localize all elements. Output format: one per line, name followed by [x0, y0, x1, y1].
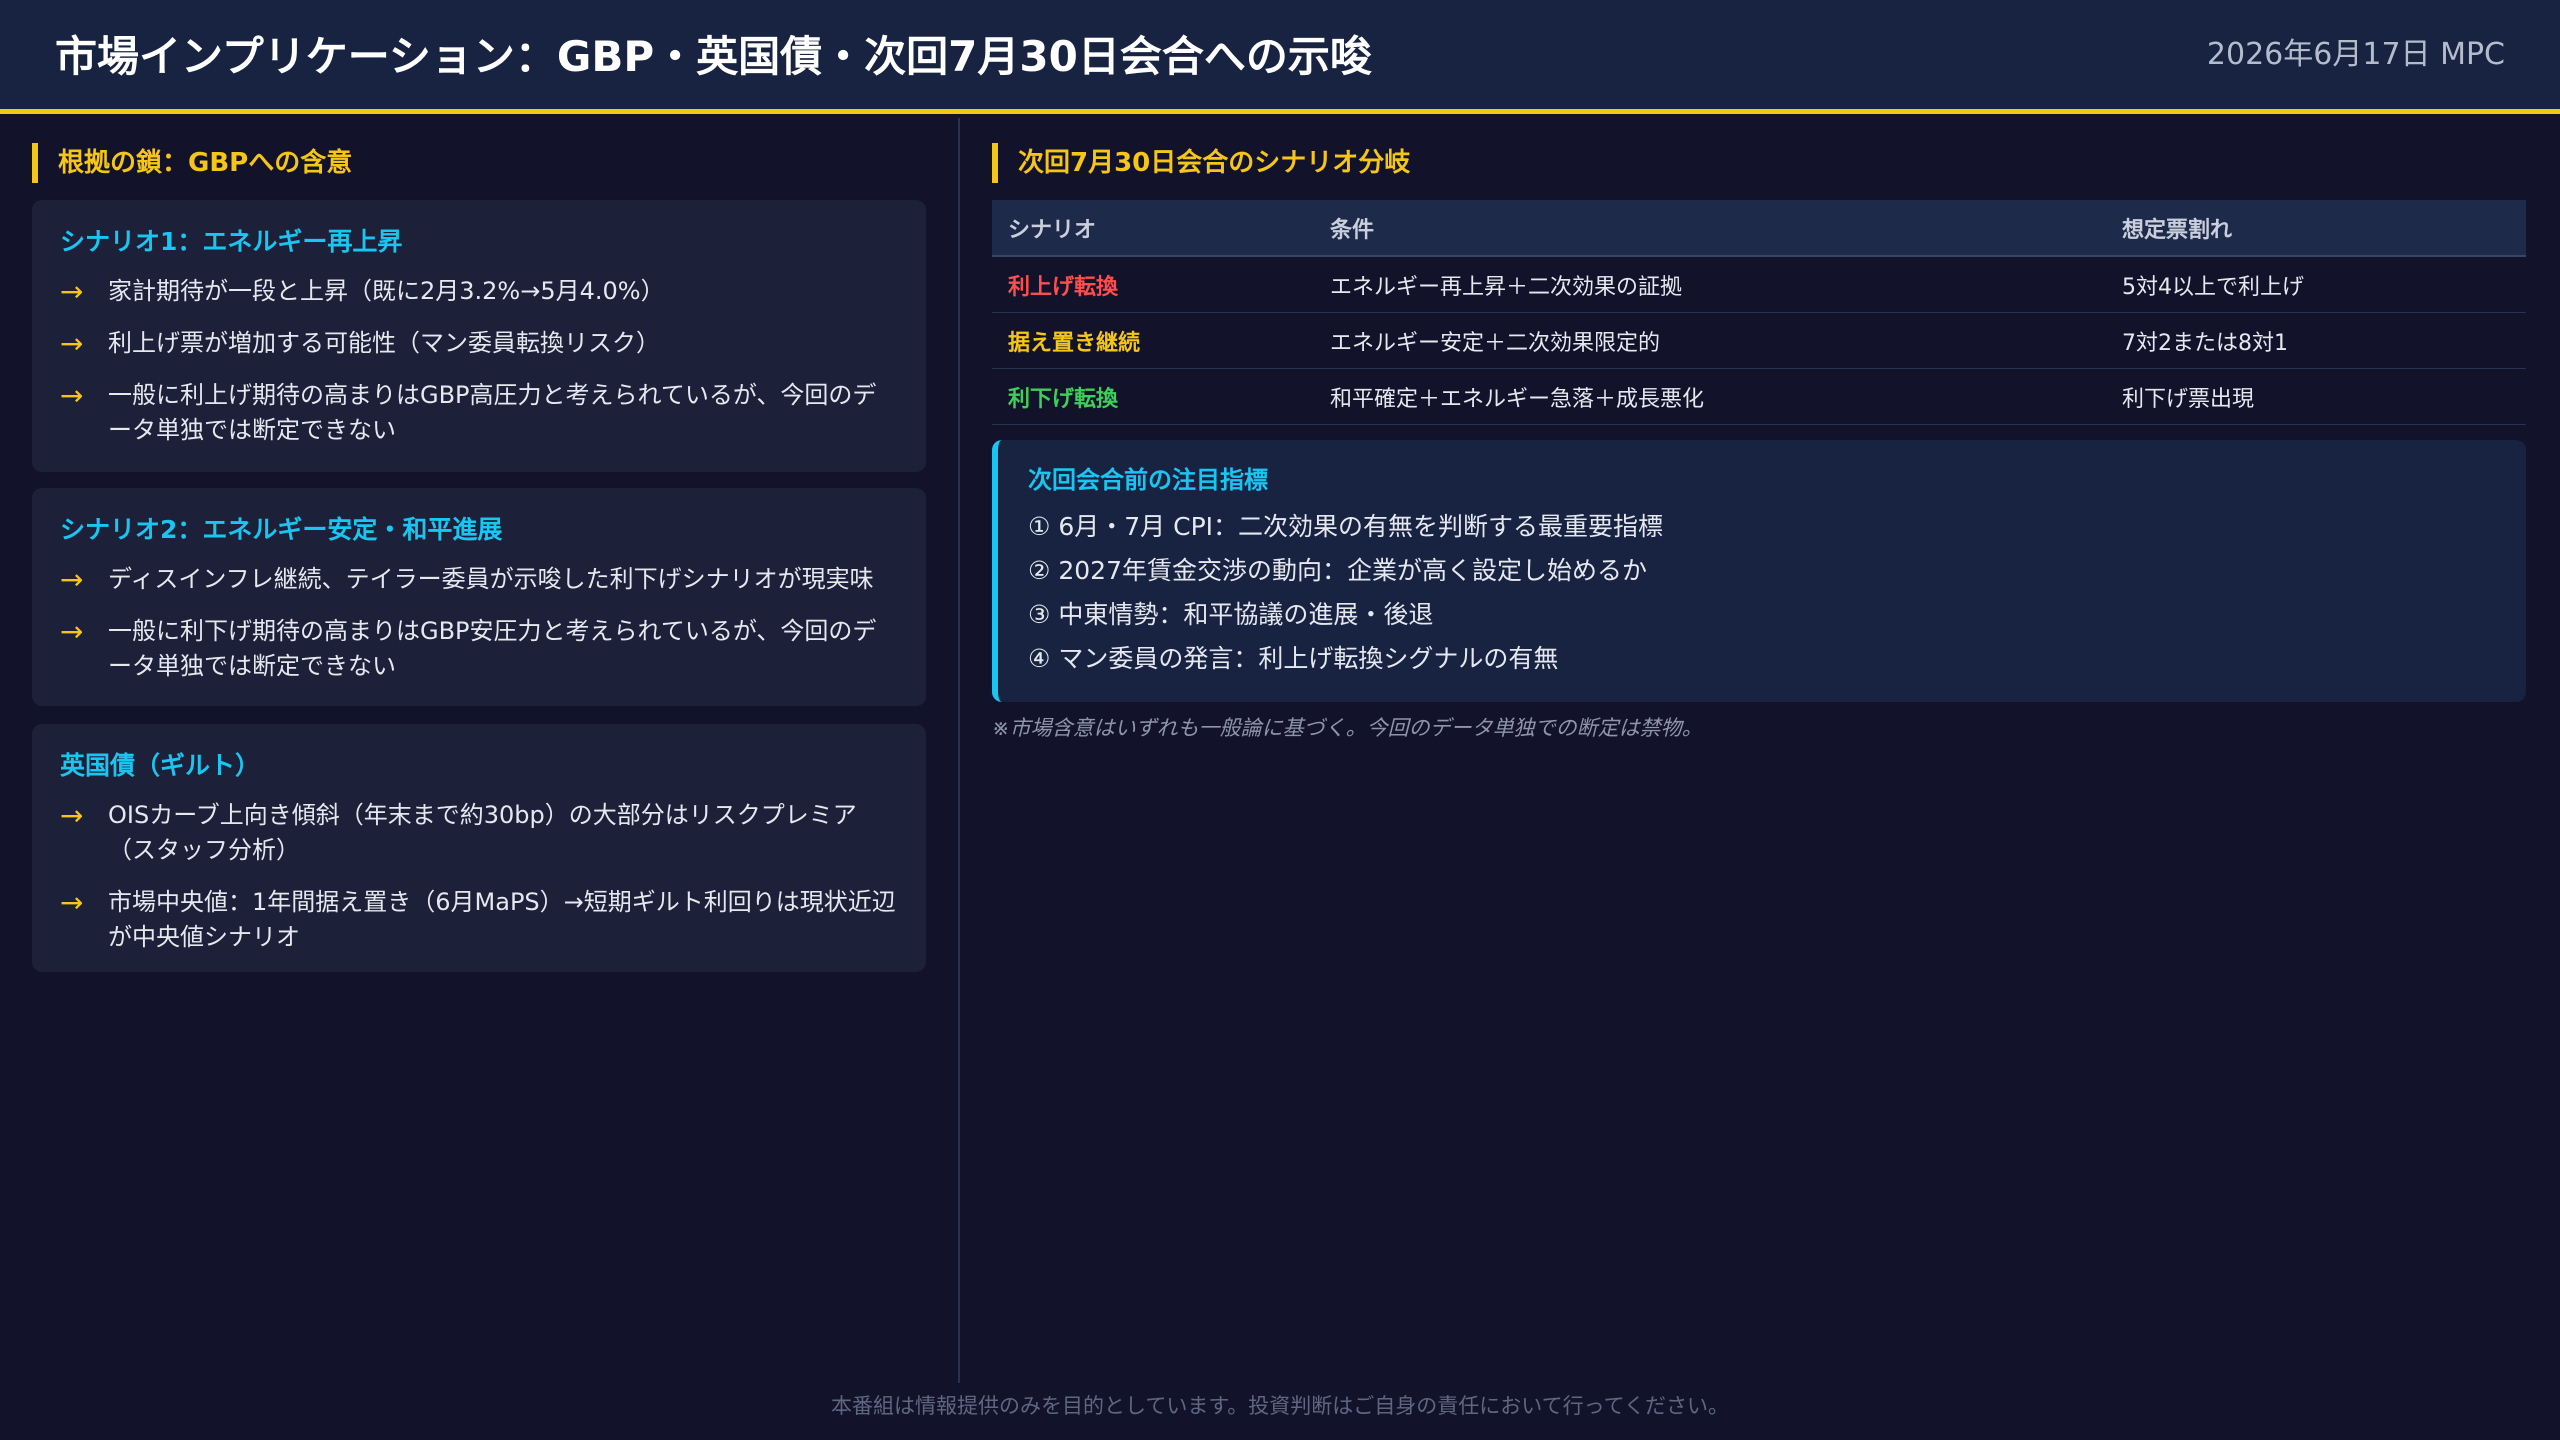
bullet-text: OISカーブ上向き傾斜（年末まで約30bp）の大部分はリスクプレミア（スタッフ分…	[108, 801, 857, 864]
column-divider	[958, 118, 960, 1383]
right-section-heading: 次回7月30日会合のシナリオ分岐	[992, 143, 1410, 183]
list-item: → OISカーブ上向き傾斜（年末まで約30bp）の大部分はリスクプレミア（スタッ…	[60, 798, 896, 868]
column-header-votes: 想定票割れ	[2106, 200, 2526, 257]
table-row: 据え置き継続 エネルギー安定＋二次効果限定的 7対2または8対1	[992, 312, 2526, 369]
condition-cell: エネルギー再上昇＋二次効果の証拠	[1314, 256, 2106, 313]
bullet-text: ディスインフレ継続、テイラー委員が示唆した利下げシナリオが現実味	[108, 565, 874, 593]
votes-cell: 5対4以上で利上げ	[2106, 256, 2526, 313]
table-header-row: シナリオ 条件 想定票割れ	[992, 200, 2526, 257]
list-item: → 家計期待が一段と上昇（既に2月3.2%→5月4.0%）	[60, 274, 896, 309]
bullet-text: 一般に利上げ期待の高まりはGBP高圧力と考えられているが、今回のデータ単独では断…	[108, 381, 877, 444]
bullet-text: 市場中央値：1年間据え置き（6月MaPS）→短期ギルト利回りは現状近辺が中央値シ…	[108, 888, 896, 951]
scenario-cell: 利上げ転換	[992, 256, 1314, 313]
watch-indicators-box: 次回会合前の注目指標 ① 6月・7月 CPI：二次効果の有無を判断する最重要指標…	[992, 440, 2526, 702]
watch-title: 次回会合前の注目指標	[1028, 466, 1268, 494]
table-row: 利下げ転換 和平確定＋エネルギー急落＋成長悪化 利下げ票出現	[992, 368, 2526, 425]
scenario-cell: 据え置き継続	[992, 312, 1314, 369]
votes-cell: 利下げ票出現	[2106, 368, 2526, 425]
arrow-right-icon: →	[60, 799, 84, 832]
arrow-right-icon: →	[60, 275, 84, 308]
scenario-2-card: シナリオ2：エネルギー安定・和平進展 → ディスインフレ継続、テイラー委員が示唆…	[32, 488, 926, 706]
page-title: 市場インプリケーション：GBP・英国債・次回7月30日会合への示唆	[55, 32, 1372, 81]
column-header-scenario: シナリオ	[992, 200, 1314, 257]
condition-cell: エネルギー安定＋二次効果限定的	[1314, 312, 2106, 369]
left-section-heading: 根拠の鎖：GBPへの含意	[32, 143, 352, 183]
list-item: → 一般に利上げ期待の高まりはGBP高圧力と考えられているが、今回のデータ単独で…	[60, 378, 896, 448]
column-header-condition: 条件	[1314, 200, 2106, 257]
list-item: ① 6月・7月 CPI：二次効果の有無を判断する最重要指標	[1028, 512, 1664, 541]
scenario-table: シナリオ 条件 想定票割れ 利上げ転換 エネルギー再上昇＋二次効果の証拠 5対4…	[992, 200, 2526, 425]
arrow-right-icon: →	[60, 615, 84, 648]
list-item: ② 2027年賃金交渉の動向：企業が高く設定し始めるか	[1028, 556, 1647, 585]
arrow-right-icon: →	[60, 327, 84, 360]
bullet-text: 家計期待が一段と上昇（既に2月3.2%→5月4.0%）	[108, 277, 665, 305]
gilts-title: 英国債（ギルト）	[60, 751, 261, 780]
condition-cell: 和平確定＋エネルギー急落＋成長悪化	[1314, 368, 2106, 425]
arrow-right-icon: →	[60, 886, 84, 919]
list-item: → 市場中央値：1年間据え置き（6月MaPS）→短期ギルト利回りは現状近辺が中央…	[60, 885, 896, 955]
header-bar: 市場インプリケーション：GBP・英国債・次回7月30日会合への示唆 2026年6…	[0, 0, 2560, 114]
scenario-1-card: シナリオ1：エネルギー再上昇 → 家計期待が一段と上昇（既に2月3.2%→5月4…	[32, 200, 926, 472]
bullet-text: 利上げ票が増加する可能性（マン委員転換リスク）	[108, 329, 660, 357]
arrow-right-icon: →	[60, 379, 84, 412]
scenario-cell: 利下げ転換	[992, 368, 1314, 425]
list-item: → ディスインフレ継続、テイラー委員が示唆した利下げシナリオが現実味	[60, 562, 896, 597]
list-item: → 一般に利下げ期待の高まりはGBP安圧力と考えられているが、今回のデータ単独で…	[60, 614, 896, 684]
votes-cell: 7対2または8対1	[2106, 312, 2526, 369]
gilts-card: 英国債（ギルト） → OISカーブ上向き傾斜（年末まで約30bp）の大部分はリス…	[32, 724, 926, 972]
scenario-1-title: シナリオ1：エネルギー再上昇	[60, 227, 403, 256]
disclaimer-note: ※市場含意はいずれも一般論に基づく。今回のデータ単独での断定は禁物。	[992, 716, 1703, 740]
bullet-text: 一般に利下げ期待の高まりはGBP安圧力と考えられているが、今回のデータ単独では断…	[108, 617, 877, 680]
table-row: 利上げ転換 エネルギー再上昇＋二次効果の証拠 5対4以上で利上げ	[992, 256, 2526, 313]
footer-disclaimer: 本番組は情報提供のみを目的としています。投資判断はご自身の責任において行ってくだ…	[831, 1394, 1729, 1418]
list-item: ④ マン委員の発言：利上げ転換シグナルの有無	[1028, 644, 1559, 673]
arrow-right-icon: →	[60, 563, 84, 596]
meeting-date: 2026年6月17日 MPC	[2206, 37, 2505, 72]
list-item: → 利上げ票が増加する可能性（マン委員転換リスク）	[60, 326, 896, 361]
list-item: ③ 中東情勢：和平協議の進展・後退	[1028, 600, 1434, 629]
scenario-2-title: シナリオ2：エネルギー安定・和平進展	[60, 515, 503, 544]
